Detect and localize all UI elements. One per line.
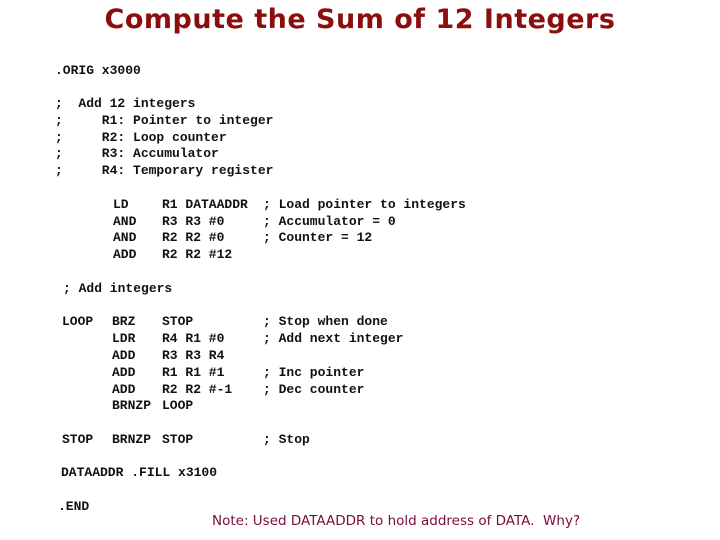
comment-line: ; R2: Loop counter: [55, 130, 227, 145]
code-comment: ; Accumulator = 0: [263, 214, 396, 229]
code-comment: ; Inc pointer: [263, 365, 365, 380]
opcode: ADD: [113, 247, 137, 262]
slide-title: Compute the Sum of 12 Integers: [104, 4, 616, 35]
code-comment: ; Stop: [263, 432, 310, 447]
opcode: LD: [113, 197, 129, 212]
opcode: ADD: [112, 365, 136, 380]
comment-line: ; Add 12 integers: [55, 96, 196, 111]
opcode: BRNZP: [112, 398, 152, 413]
code-comment: ; Add next integer: [263, 331, 404, 346]
code-comment: ; Dec counter: [263, 382, 365, 397]
operands: R1 DATAADDR: [162, 197, 248, 212]
operands: R2 R2 #-1: [162, 382, 233, 397]
operands: STOP: [162, 432, 194, 447]
orig-directive: .ORIG x3000: [55, 63, 141, 78]
add-integers-comment: ; Add integers: [63, 281, 173, 296]
operands: R1 R1 #1: [162, 365, 225, 380]
operands: STOP: [162, 314, 194, 329]
opcode: BRZ: [112, 314, 136, 329]
operands: R3 R3 #0: [162, 214, 225, 229]
opcode: ADD: [112, 382, 136, 397]
code-comment: ; Load pointer to integers: [263, 197, 466, 212]
operands: R2 R2 #12: [162, 247, 233, 262]
operands: R4 R1 #0: [162, 331, 225, 346]
label: STOP: [62, 432, 94, 447]
opcode: AND: [113, 230, 137, 245]
note-text: Note: Used DATAADDR to hold address of D…: [212, 513, 581, 529]
opcode: BRNZP: [112, 432, 152, 447]
label: LOOP: [62, 314, 94, 329]
operands: LOOP: [162, 398, 194, 413]
comment-line: ; R3: Accumulator: [55, 146, 219, 161]
comment-line: ; R4: Temporary register: [55, 163, 274, 178]
operands: R3 R3 R4: [162, 348, 225, 363]
fill-directive: DATAADDR .FILL x3100: [61, 465, 218, 480]
opcode: LDR: [112, 331, 136, 346]
comment-line: ; R1: Pointer to integer: [55, 113, 274, 128]
opcode: ADD: [112, 348, 136, 363]
operands: R2 R2 #0: [162, 230, 225, 245]
code-comment: ; Stop when done: [263, 314, 388, 329]
end-directive: .END: [58, 499, 90, 514]
code-comment: ; Counter = 12: [263, 230, 373, 245]
opcode: AND: [113, 214, 137, 229]
